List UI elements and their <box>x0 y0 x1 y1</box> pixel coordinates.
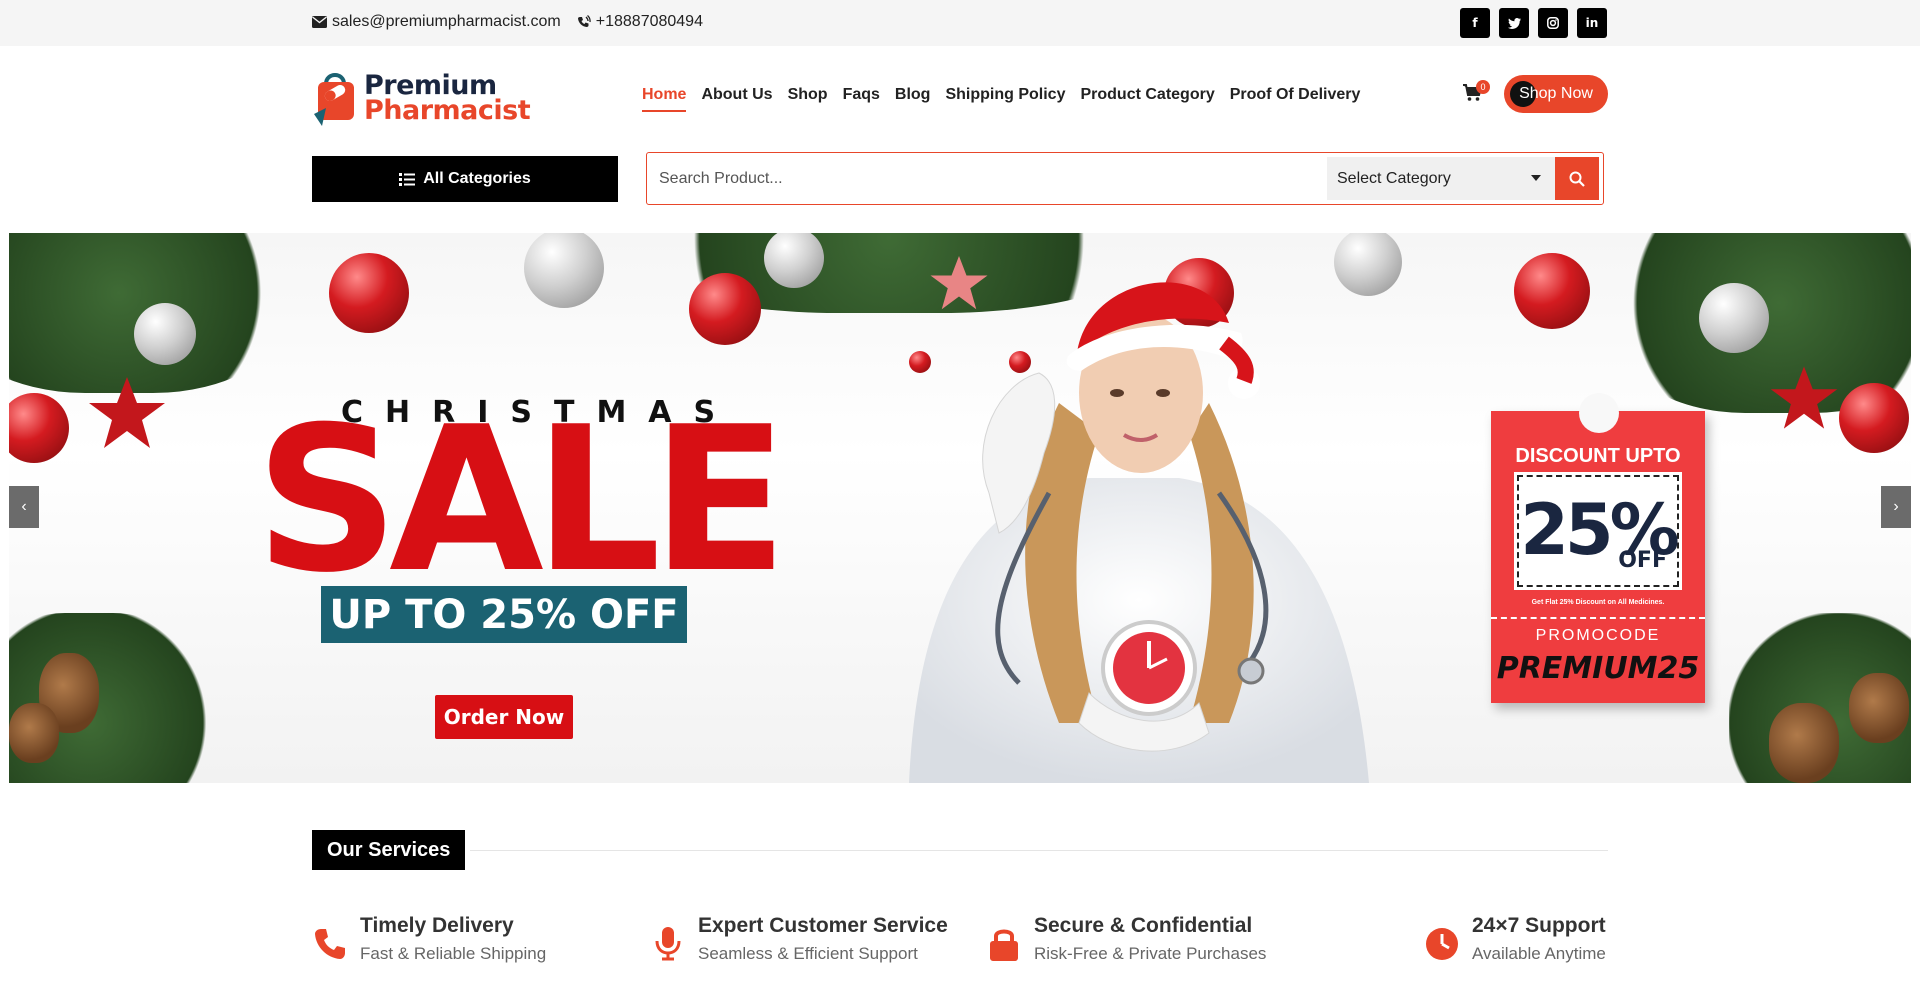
all-categories-label: All Categories <box>423 170 531 187</box>
chevron-left-icon: ‹ <box>21 498 27 515</box>
cart-count-badge: 0 <box>1476 80 1490 94</box>
nav-shop[interactable]: Shop <box>788 86 828 112</box>
category-select-value: Select Category <box>1337 169 1451 187</box>
red-ornament <box>1839 383 1909 453</box>
main-nav: Home About Us Shop Faqs Blog Shipping Po… <box>642 86 1360 112</box>
silver-ornament <box>1699 283 1769 353</box>
social-links: f in <box>1460 8 1607 38</box>
phone-icon <box>312 926 348 962</box>
pine-cone-decoration <box>1849 673 1909 743</box>
nav-about-us[interactable]: About Us <box>701 86 772 112</box>
silver-ornament <box>134 303 196 365</box>
logo-line-2: Pharmacist <box>364 95 531 126</box>
discount-coupon: DISCOUNT UPTO 25% OFF Get Flat 25% Disco… <box>1491 393 1705 703</box>
coupon-percent-box: 25% OFF <box>1514 472 1682 590</box>
envelope-icon <box>312 16 327 28</box>
service-subtitle: Fast & Reliable Shipping <box>360 944 547 963</box>
shop-now-button[interactable]: Shop Now <box>1504 75 1608 113</box>
service-subtitle: Available Anytime <box>1472 944 1606 963</box>
phone-volume-icon <box>577 15 591 27</box>
facebook-icon[interactable]: f <box>1460 8 1490 38</box>
site-logo[interactable]: Premium Pharmacist <box>312 66 531 128</box>
nav-shipping-policy[interactable]: Shipping Policy <box>945 86 1065 112</box>
service-item: Secure & Confidential Risk-Free & Privat… <box>986 914 1266 964</box>
red-ornament <box>689 273 761 345</box>
coupon-notch <box>1579 393 1619 433</box>
service-item: 24×7 Support Available Anytime <box>1424 914 1606 964</box>
red-ornament <box>1514 253 1590 329</box>
service-title: Secure & Confidential <box>1034 914 1253 937</box>
email-text: sales@premiumpharmacist.com <box>332 13 561 30</box>
chevron-down-icon <box>1531 175 1541 181</box>
cart-button[interactable]: 0 <box>1463 80 1490 106</box>
nav-product-category[interactable]: Product Category <box>1080 86 1214 112</box>
list-icon <box>399 172 416 186</box>
star-ornament <box>89 377 165 448</box>
nav-faqs[interactable]: Faqs <box>843 86 880 112</box>
service-item: Timely Delivery Fast & Reliable Shipping <box>312 914 546 964</box>
category-select[interactable]: Select Category <box>1327 157 1555 200</box>
phone-link[interactable]: +18887080494 <box>575 13 703 31</box>
shop-now-label: Shop Now <box>1519 85 1593 102</box>
microphone-icon <box>650 926 686 962</box>
search-bar: Select Category <box>646 152 1604 205</box>
promocode-value: PREMIUM25 <box>1496 651 1700 686</box>
sale-heading: SALE <box>255 384 788 617</box>
red-ornament <box>9 393 69 463</box>
nav-home[interactable]: Home <box>642 86 687 112</box>
instagram-icon[interactable] <box>1538 8 1568 38</box>
order-now-button[interactable]: Order Now <box>435 695 573 739</box>
service-subtitle: Seamless & Efficient Support <box>698 944 918 963</box>
coupon-discount-label: DISCOUNT UPTO <box>1515 445 1681 467</box>
star-ornament <box>1770 366 1838 429</box>
twitter-icon[interactable] <box>1499 8 1529 38</box>
phone-text: +18887080494 <box>595 13 703 30</box>
red-ornament <box>329 253 409 333</box>
clock-icon <box>1424 926 1460 962</box>
logo-bag-icon <box>314 73 354 126</box>
nav-blog[interactable]: Blog <box>895 86 931 112</box>
search-input[interactable] <box>647 153 1327 204</box>
promocode-label: PROMOCODE <box>1535 627 1661 644</box>
contact-info: sales@premiumpharmacist.com +18887080494 <box>312 13 703 31</box>
email-link[interactable]: sales@premiumpharmacist.com <box>312 13 561 31</box>
slider-next-button[interactable]: › <box>1881 486 1911 528</box>
service-title: Timely Delivery <box>360 914 514 937</box>
silver-ornament <box>524 233 604 308</box>
service-item: Expert Customer Service Seamless & Effic… <box>650 914 948 964</box>
pine-cone-decoration <box>9 703 59 763</box>
coupon-fine-print: Get Flat 25% Discount on All Medicines. <box>1531 599 1665 606</box>
discount-banner: UP TO 25% OFF <box>321 586 687 643</box>
top-bar: sales@premiumpharmacist.com +18887080494… <box>0 0 1920 46</box>
nav-proof-of-delivery[interactable]: Proof Of Delivery <box>1230 86 1361 112</box>
search-icon <box>1569 171 1585 187</box>
services-divider <box>470 850 1608 851</box>
coupon-off-label: OFF <box>1618 548 1667 573</box>
service-subtitle: Risk-Free & Private Purchases <box>1034 944 1267 963</box>
services-heading: Our Services <box>312 830 466 870</box>
all-categories-button[interactable]: All Categories <box>312 156 618 202</box>
chevron-right-icon: › <box>1893 498 1899 515</box>
doctor-image <box>909 282 1369 783</box>
coupon-divider <box>1491 617 1705 619</box>
service-title: Expert Customer Service <box>698 914 948 937</box>
pine-cone-decoration <box>1769 703 1839 783</box>
lock-icon <box>986 926 1022 962</box>
search-button[interactable] <box>1555 157 1599 200</box>
service-title: 24×7 Support <box>1472 914 1606 937</box>
linkedin-icon[interactable]: in <box>1577 8 1607 38</box>
slider-prev-button[interactable]: ‹ <box>9 486 39 528</box>
hero-banner: CHRISTMAS SALE UP TO 25% OFF Order Now D… <box>9 233 1911 783</box>
